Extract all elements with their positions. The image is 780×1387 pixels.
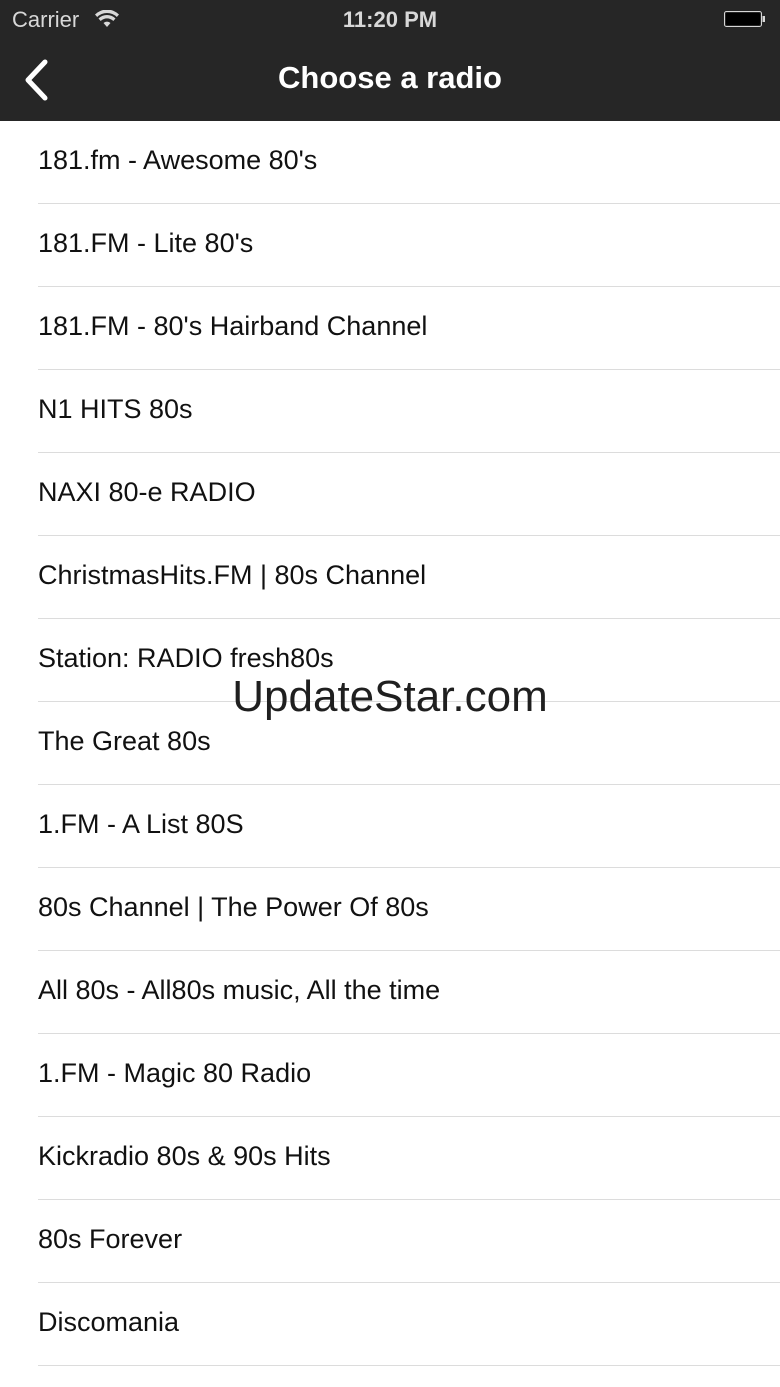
station-label: N1 HITS 80s (38, 394, 193, 424)
station-label: NAXI 80-e RADIO (38, 477, 256, 507)
station-row-80s-forever[interactable]: 80s Forever (0, 1200, 780, 1283)
status-time: 11:20 PM (342, 7, 438, 32)
top-bar: Carrier 11:20 PM Choose a radio (0, 0, 780, 121)
station-row-christmashits-80s[interactable]: ChristmasHits.FM | 80s Channel (0, 536, 780, 619)
station-label: 1.FM - Magic 80 Radio (38, 1058, 312, 1088)
station-label: Kickradio 80s & 90s Hits (38, 1141, 331, 1171)
station-label: Station: RADIO fresh80s (38, 643, 334, 673)
station-row-all-80s[interactable]: All 80s - All80s music, All the time (0, 951, 780, 1034)
station-row-n1-hits-80s[interactable]: N1 HITS 80s (0, 370, 780, 453)
station-row-1fm-magic-80[interactable]: 1.FM - Magic 80 Radio (0, 1034, 780, 1117)
app-screen: Carrier 11:20 PM Choose a radio 181.fm -… (0, 0, 780, 1387)
page-title: Choose a radio (278, 60, 502, 95)
station-row-discomania[interactable]: Discomania (0, 1283, 780, 1366)
station-label: 181.FM - 80's Hairband Channel (38, 311, 428, 341)
station-list: 181.fm - Awesome 80's 181.FM - Lite 80's… (0, 121, 780, 1366)
station-row-kickradio[interactable]: Kickradio 80s & 90s Hits (0, 1117, 780, 1200)
station-row-naxi-80e-radio[interactable]: NAXI 80-e RADIO (0, 453, 780, 536)
station-row-1fm-a-list-80s[interactable]: 1.FM - A List 80S (0, 785, 780, 868)
station-label: 80s Channel | The Power Of 80s (38, 892, 429, 922)
battery-icon (724, 11, 765, 27)
station-row-radio-fresh80s[interactable]: Station: RADIO fresh80s (0, 619, 780, 702)
station-label: The Great 80s (38, 726, 211, 756)
station-label: ChristmasHits.FM | 80s Channel (38, 560, 427, 590)
station-label: 1.FM - A List 80S (38, 809, 244, 839)
station-label: 181.FM - Lite 80's (38, 228, 254, 258)
station-row-80s-channel-power[interactable]: 80s Channel | The Power Of 80s (0, 868, 780, 951)
station-label: Discomania (38, 1307, 180, 1337)
station-label: All 80s - All80s music, All the time (38, 975, 441, 1005)
station-row-181fm-awesome-80s[interactable]: 181.fm - Awesome 80's (0, 121, 780, 204)
station-label: 181.fm - Awesome 80's (38, 145, 318, 175)
station-label: 80s Forever (38, 1224, 183, 1254)
station-row-181fm-hairband[interactable]: 181.FM - 80's Hairband Channel (0, 287, 780, 370)
station-row-the-great-80s[interactable]: The Great 80s (0, 702, 780, 785)
status-bar: Carrier 11:20 PM (0, 0, 780, 40)
navigation-bar: Choose a radio (0, 40, 780, 121)
station-row-181fm-lite-80s[interactable]: 181.FM - Lite 80's (0, 204, 780, 287)
